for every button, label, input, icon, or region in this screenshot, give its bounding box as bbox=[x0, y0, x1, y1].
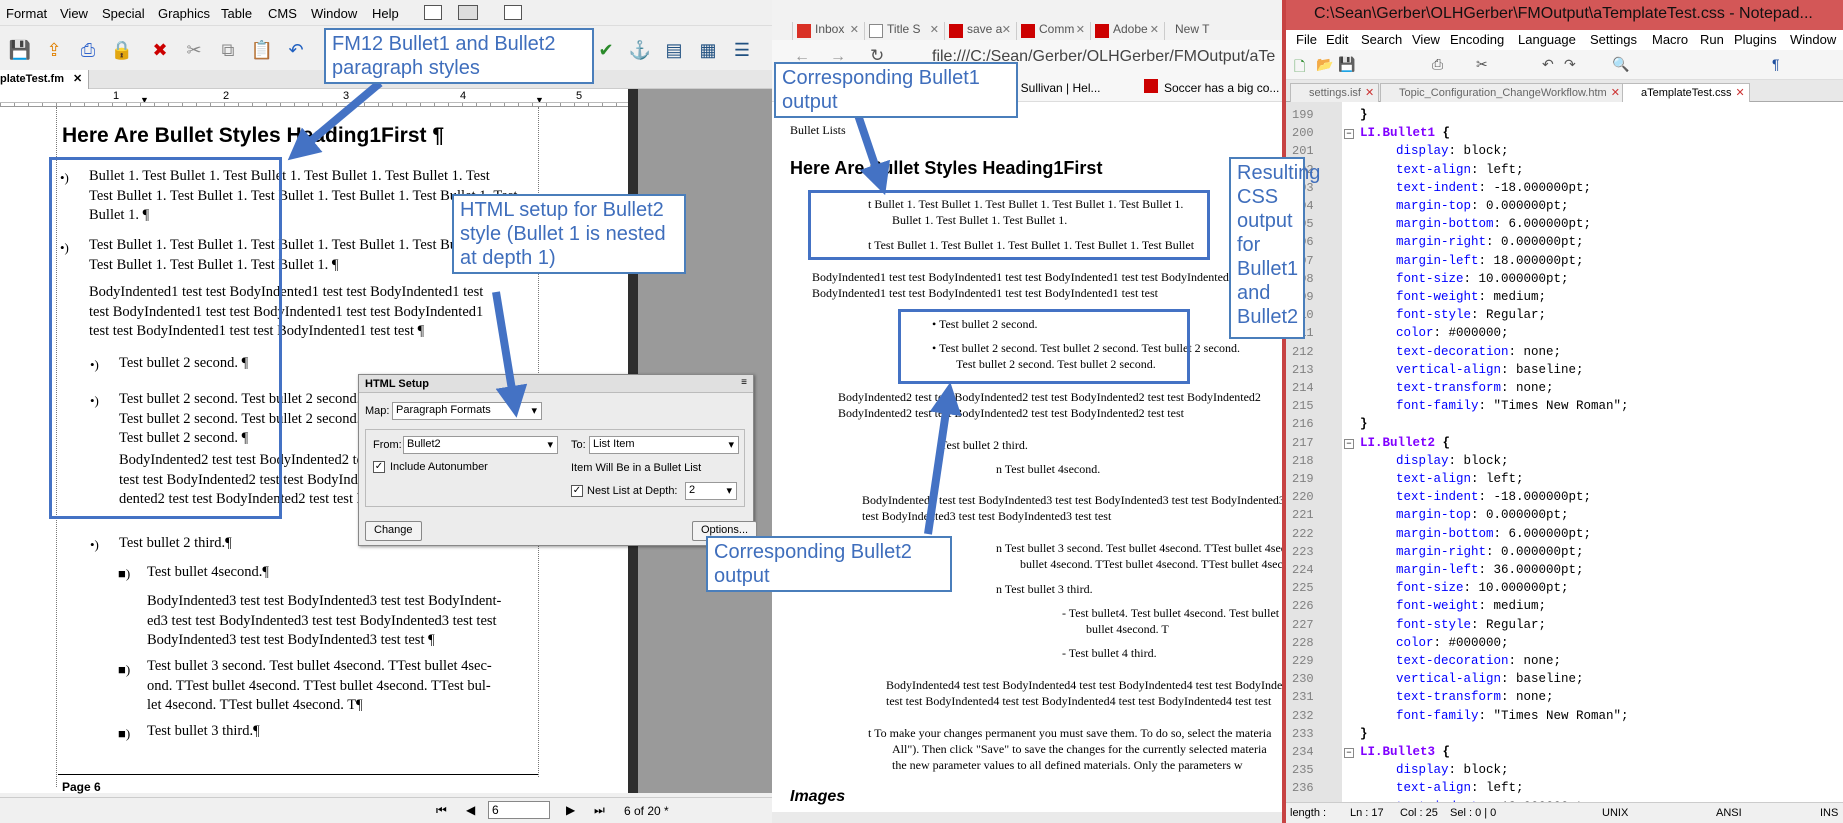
callout-arrows bbox=[287, 79, 962, 535]
callout-html-setup: HTML setup for Bullet2 style (Bullet 1 i… bbox=[452, 194, 686, 274]
callout-fm12-styles: FM12 Bullet1 and Bullet2 paragraph style… bbox=[324, 28, 594, 84]
callout-css-output: Resulting CSS output for Bullet1 and Bul… bbox=[1229, 157, 1320, 339]
callout-bullet2-output: Corresponding Bullet2 output bbox=[706, 536, 952, 592]
arrow-to-dialog bbox=[492, 291, 528, 418]
arrow-to-html-bullet2 bbox=[924, 382, 962, 535]
arrow-to-fm-bullets bbox=[287, 79, 383, 161]
arrow-to-html-bullet1 bbox=[854, 113, 891, 196]
callout-bullet1-output: Corresponding Bullet1 output bbox=[774, 62, 1018, 118]
